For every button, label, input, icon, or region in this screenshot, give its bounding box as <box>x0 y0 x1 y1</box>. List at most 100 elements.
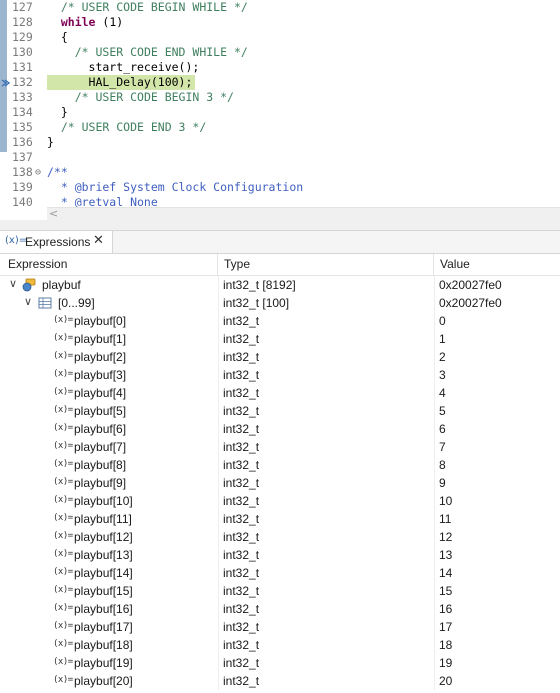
line-number: 129 <box>12 30 33 44</box>
tree-row-element[interactable]: (x)= playbuf[7] int32_t 7 <box>0 438 560 456</box>
code-line[interactable]: 133 /* USER CODE BEGIN 3 */ <box>0 90 560 105</box>
code-token: * @brief System Clock Configuration <box>47 180 304 194</box>
fold-toggle-icon[interactable]: ⊖ <box>35 165 45 180</box>
column-type[interactable]: Type <box>218 254 434 275</box>
expression-value[interactable]: 19 <box>439 656 452 670</box>
column-divider <box>218 438 219 456</box>
variable-icon: (x)= <box>53 387 73 397</box>
tree-row-element[interactable]: (x)= playbuf[12] int32_t 12 <box>0 528 560 546</box>
variable-icon: (x)= <box>53 603 73 613</box>
tree-row-element[interactable]: (x)= playbuf[3] int32_t 3 <box>0 366 560 384</box>
expression-type: int32_t <box>223 458 260 472</box>
expression-value[interactable]: 2 <box>439 350 446 364</box>
code-token: /** <box>47 165 68 179</box>
expression-value[interactable]: 6 <box>439 422 446 436</box>
expression-value[interactable]: 15 <box>439 584 452 598</box>
expression-value[interactable]: 13 <box>439 548 452 562</box>
tree-row-element[interactable]: (x)= playbuf[10] int32_t 10 <box>0 492 560 510</box>
variable-icon: (x)= <box>53 423 73 433</box>
tree-row-element[interactable]: (x)= playbuf[11] int32_t 11 <box>0 510 560 528</box>
expression-type: int32_t <box>223 494 260 508</box>
column-value[interactable]: Value <box>434 254 560 275</box>
code-line[interactable]: 136} <box>0 135 560 150</box>
expression-value[interactable]: 0x20027fe0 <box>439 296 502 310</box>
chevron-down-icon[interactable]: ∨ <box>24 295 32 308</box>
tree-row-playbuf[interactable]: ∨ playbuf int32_t [8192] 0x20027fe0 <box>0 276 560 294</box>
expression-value[interactable]: 10 <box>439 494 452 508</box>
code-text: /* USER CODE BEGIN WHILE */ <box>47 0 248 15</box>
tree-row-element[interactable]: (x)= playbuf[13] int32_t 13 <box>0 546 560 564</box>
expression-value[interactable]: 17 <box>439 620 452 634</box>
tree-row-element[interactable]: (x)= playbuf[9] int32_t 9 <box>0 474 560 492</box>
code-text: } <box>47 135 54 150</box>
expression-value[interactable]: 0 <box>439 314 446 328</box>
variable-icon: (x)= <box>53 675 73 685</box>
tree-row-element[interactable]: (x)= playbuf[2] int32_t 2 <box>0 348 560 366</box>
close-icon[interactable]: ✕ <box>93 233 104 248</box>
line-number: 139 <box>12 180 33 194</box>
expression-value[interactable]: 8 <box>439 458 446 472</box>
expressions-tree[interactable]: ∨ playbuf int32_t [8192] 0x20027fe0 ∨ [0… <box>0 276 560 693</box>
tree-row-element[interactable]: (x)= playbuf[4] int32_t 4 <box>0 384 560 402</box>
expression-name: playbuf[18] <box>74 638 133 652</box>
code-line[interactable]: 131 start_receive(); <box>0 60 560 75</box>
tree-row-element[interactable]: (x)= playbuf[17] int32_t 17 <box>0 618 560 636</box>
column-divider <box>434 330 435 348</box>
expression-name: playbuf[16] <box>74 602 133 616</box>
expression-value[interactable]: 16 <box>439 602 452 616</box>
expression-value[interactable]: 7 <box>439 440 446 454</box>
expression-value[interactable]: 12 <box>439 530 452 544</box>
code-line[interactable]: 127 /* USER CODE BEGIN WHILE */ <box>0 0 560 15</box>
tree-row-element[interactable]: (x)= playbuf[15] int32_t 15 <box>0 582 560 600</box>
tab-expressions[interactable]: (x)= Expressions ✕ <box>0 231 113 253</box>
code-line[interactable]: 138 ⊖/** <box>0 165 560 180</box>
tree-row-range[interactable]: ∨ [0...99] int32_t [100] 0x20027fe0 <box>0 294 560 312</box>
code-line[interactable]: 128 while (1) <box>0 15 560 30</box>
expression-name: playbuf[15] <box>74 584 133 598</box>
tree-row-element[interactable]: (x)= playbuf[1] int32_t 1 <box>0 330 560 348</box>
tree-row-element[interactable]: (x)= playbuf[16] int32_t 16 <box>0 600 560 618</box>
tree-row-element[interactable]: (x)= playbuf[0] int32_t 0 <box>0 312 560 330</box>
tree-row-element[interactable]: (x)= playbuf[19] int32_t 19 <box>0 654 560 672</box>
code-line[interactable]: 137 <box>0 150 560 165</box>
expression-value[interactable]: 9 <box>439 476 446 490</box>
tree-row-element[interactable]: (x)= playbuf[14] int32_t 14 <box>0 564 560 582</box>
code-line[interactable]: 132 HAL_Delay(100); <box>0 75 560 90</box>
expression-value[interactable]: 11 <box>439 512 451 526</box>
column-divider <box>434 582 435 600</box>
horizontal-scrollbar[interactable]: < <box>47 207 560 220</box>
expression-value[interactable]: 20 <box>439 674 452 688</box>
column-divider <box>218 654 219 672</box>
expression-value[interactable]: 1 <box>439 332 446 346</box>
tree-row-element[interactable]: (x)= playbuf[20] int32_t 20 <box>0 672 560 690</box>
scroll-left-icon[interactable]: < <box>49 207 58 220</box>
line-number: 140 <box>12 195 33 209</box>
expression-name: playbuf <box>42 278 81 292</box>
chevron-down-icon[interactable]: ∨ <box>9 277 17 290</box>
expression-type: int32_t <box>223 404 260 418</box>
tree-row-element[interactable]: (x)= playbuf[8] int32_t 8 <box>0 456 560 474</box>
code-line[interactable]: 129 { <box>0 30 560 45</box>
expression-value[interactable]: 5 <box>439 404 446 418</box>
tree-row-element[interactable]: (x)= playbuf[18] int32_t 18 <box>0 636 560 654</box>
expression-value[interactable]: 0x20027fe0 <box>439 278 502 292</box>
column-divider <box>218 276 219 294</box>
column-divider <box>434 420 435 438</box>
code-line[interactable]: 135 /* USER CODE END 3 */ <box>0 120 560 135</box>
variable-icon: (x)= <box>53 405 73 415</box>
expression-value[interactable]: 3 <box>439 368 446 382</box>
variable-icon: (x)= <box>53 549 73 559</box>
code-token: (1) <box>95 15 124 29</box>
column-expression[interactable]: Expression <box>0 254 218 275</box>
expression-value[interactable]: 14 <box>439 566 452 580</box>
code-line[interactable]: 130 /* USER CODE END WHILE */ <box>0 45 560 60</box>
tree-row-element[interactable]: (x)= playbuf[5] int32_t 5 <box>0 402 560 420</box>
code-text: { <box>47 30 68 45</box>
expression-value[interactable]: 18 <box>439 638 452 652</box>
tree-row-element[interactable]: (x)= playbuf[6] int32_t 6 <box>0 420 560 438</box>
expression-name: playbuf[0] <box>74 314 127 328</box>
expression-value[interactable]: 4 <box>439 386 446 400</box>
code-editor[interactable]: 127 /* USER CODE BEGIN WHILE */128 while… <box>0 0 560 220</box>
code-line[interactable]: 134 } <box>0 105 560 120</box>
code-line[interactable]: 139 * @brief System Clock Configuration <box>0 180 560 195</box>
